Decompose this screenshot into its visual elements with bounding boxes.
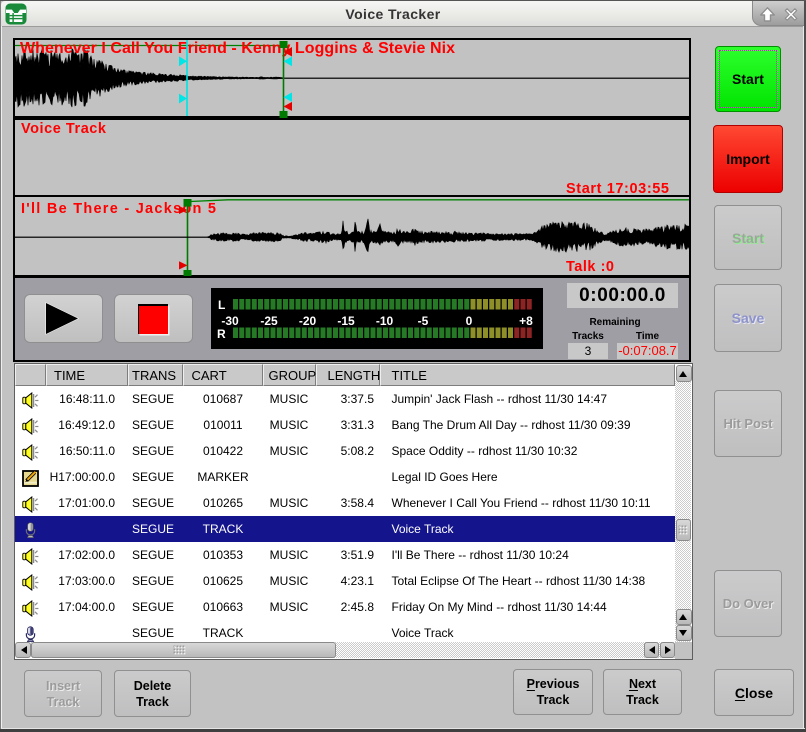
svg-text:-25: -25 xyxy=(260,314,278,328)
svg-text:-30: -30 xyxy=(221,314,239,328)
svg-text:Talk :0: Talk :0 xyxy=(566,259,614,275)
svg-text:-5: -5 xyxy=(418,314,429,328)
svg-text:Start 17:03:55: Start 17:03:55 xyxy=(566,181,669,197)
svg-text:-10: -10 xyxy=(376,314,394,328)
svg-text:+8: +8 xyxy=(519,314,533,328)
svg-text:-15: -15 xyxy=(337,314,355,328)
svg-text:Whenever I Call You Friend - K: Whenever I Call You Friend - Kenny Loggi… xyxy=(20,40,455,57)
svg-text:0: 0 xyxy=(466,314,473,328)
svg-text:-20: -20 xyxy=(299,314,317,328)
svg-text:L: L xyxy=(218,298,225,312)
svg-text:Voice Track: Voice Track xyxy=(21,121,107,137)
svg-text:R: R xyxy=(217,327,226,341)
